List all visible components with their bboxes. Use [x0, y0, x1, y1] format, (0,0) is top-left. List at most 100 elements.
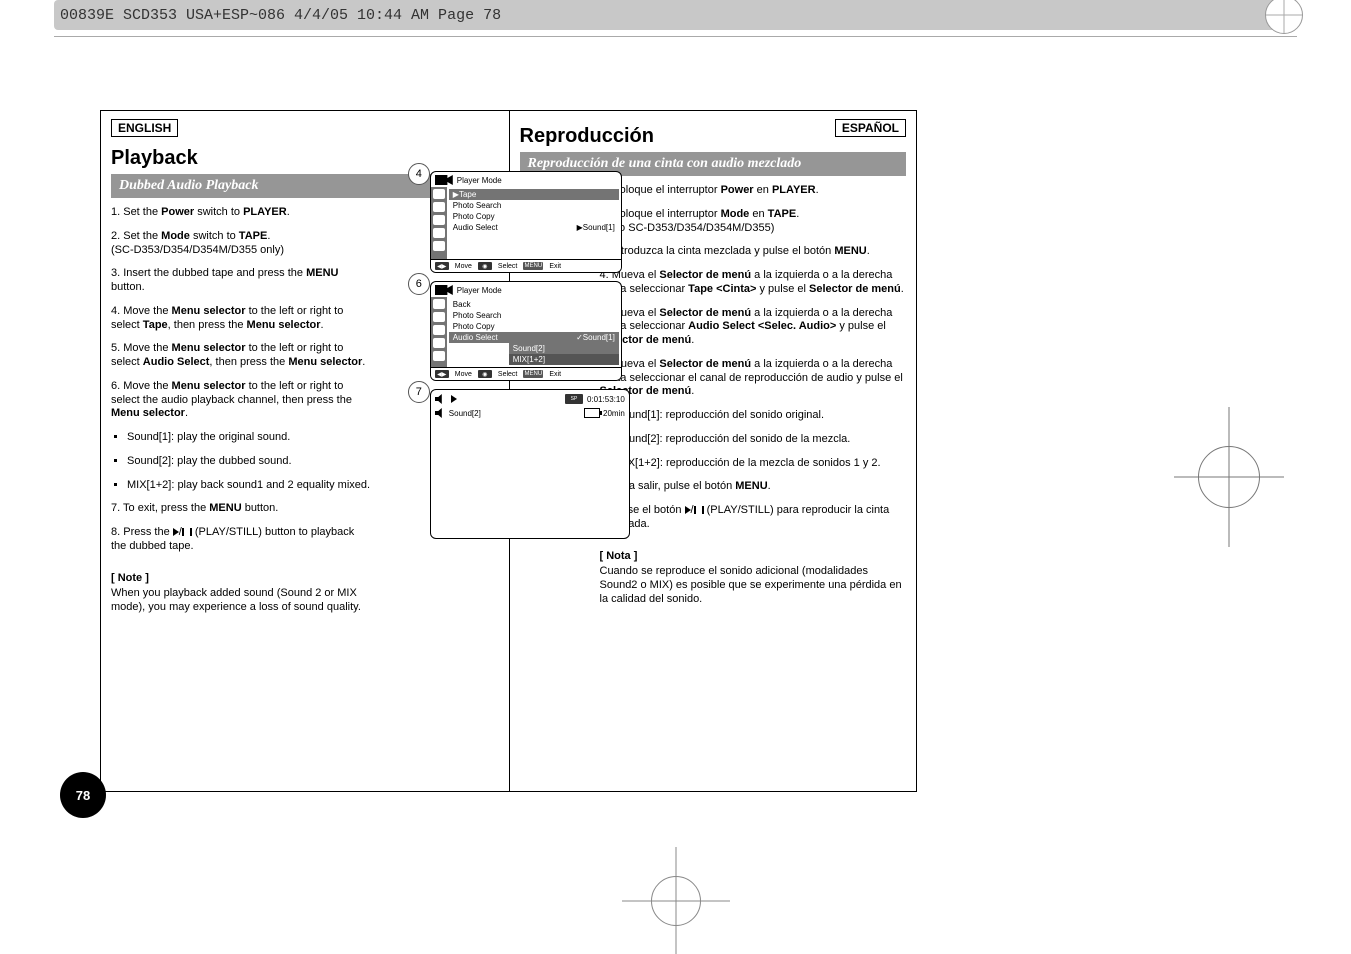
sidebar-icon: [433, 338, 445, 348]
menu-back: Back: [449, 299, 619, 310]
sidebar-icon: [433, 241, 445, 251]
shot6-sidebar: [431, 297, 447, 367]
screenshots-strip: 4 Player Mode: [430, 171, 620, 539]
rstep-4: 4. Mueva el Selector de menú a la izquie…: [600, 269, 907, 297]
step-6b: Sound[2]: play the dubbed sound.: [127, 455, 371, 469]
registration-crosshair-right: [1199, 447, 1259, 507]
step-8: 8. Press the / (PLAY/STILL) button to pl…: [111, 526, 371, 554]
content-frame: ENGLISH Playback Dubbed Audio Playback 1…: [100, 110, 917, 792]
language-tag-spanish: ESPAÑOL: [835, 119, 906, 137]
rstep-6a: Sound[1]: reproducción del sonido origin…: [616, 409, 907, 423]
menu-photo-copy: Photo Copy: [449, 211, 619, 222]
rstep-1: 1. Coloque el interruptor Power en PLAYE…: [600, 184, 907, 198]
language-tag-english: ENGLISH: [111, 119, 178, 137]
rstep-8: 8. Pulse el botón / (PLAY/STILL) para re…: [600, 504, 907, 532]
move-label6: Move: [455, 371, 472, 378]
step-6c: MIX[1+2]: play back sound1 and 2 equalit…: [127, 479, 371, 493]
body-left: 1. Set the Power switch to PLAYER. 2. Se…: [111, 206, 371, 615]
menu-photo-copy6: Photo Copy: [449, 321, 619, 332]
shot4-sidebar: [431, 187, 447, 259]
sidebar-icon: [433, 312, 445, 322]
file-header: 00839E SCD353 USA+ESP~086 4/4/05 10:44 A…: [54, 0, 1297, 30]
menu-photo-search: Photo Search: [449, 200, 619, 211]
pause-icon: [182, 528, 192, 536]
step-2: 2. Set the Mode switch to TAPE.(SC-D353/…: [111, 230, 371, 258]
shot4-mode: Player Mode: [457, 176, 502, 185]
select-icon: ◉: [478, 262, 492, 270]
speaker-icon: [435, 394, 445, 404]
step-badge-4: 4: [408, 163, 430, 185]
shot6-footer: ◀▶Move ◉Select MENUExit: [431, 367, 621, 380]
step-6: 6. Move the Menu selector to the left or…: [111, 380, 371, 421]
step-badge-7: 7: [408, 381, 430, 403]
rstep-5: 5. Mueva el Selector de menú a la izquie…: [600, 307, 907, 348]
step-3: 3. Insert the dubbed tape and press the …: [111, 267, 371, 295]
select-label6: Select: [498, 371, 517, 378]
audio-select-label6: Audio Select: [453, 333, 498, 342]
section-title-left: Playback: [111, 147, 499, 170]
step-6a: Sound[1]: play the original sound.: [127, 431, 371, 445]
rstep-6-list: Sound[1]: reproducción del sonido origin…: [600, 409, 907, 470]
play-status-icon: [451, 395, 457, 403]
sidebar-icon: [433, 215, 445, 225]
dropdown-mix: MIX[1+2]: [509, 354, 619, 365]
page-number: 78: [76, 788, 90, 803]
registration-crosshair-bottom: [651, 876, 701, 926]
file-header-text: 00839E SCD353 USA+ESP~086 4/4/05 10:44 A…: [60, 7, 501, 24]
audio-select-value: ▶Sound[1]: [577, 223, 615, 232]
step-2-sub: (SC-D353/D354/D354M/D355 only): [111, 244, 284, 256]
play-icon-r: [685, 506, 691, 514]
remain-time: 20min: [603, 409, 625, 418]
rstep-2: 2. Coloque el interruptor Mode en TAPE.(…: [600, 208, 907, 236]
sound1-check: ✓Sound[1]: [576, 333, 615, 342]
menu-tape: ▶Tape: [449, 189, 619, 200]
screenshot-6: 6 Player Mode: [430, 281, 620, 381]
screenshot-7: 7 SP 0:01:53:10: [430, 389, 620, 539]
dropdown-sound2: Sound[2]: [509, 343, 619, 354]
menu-audio-select: Audio Select ▶Sound[1]: [449, 222, 619, 233]
step-5: 5. Move the Menu selector to the left or…: [111, 342, 371, 370]
sidebar-icon: [433, 351, 445, 361]
move-label: Move: [455, 263, 472, 270]
menu-exit-icon: MENU: [523, 262, 543, 270]
step-badge-6: 6: [408, 273, 430, 295]
battery-icon: [584, 408, 600, 418]
rstep-6b: Sound[2]: reproducción del sonido de la …: [616, 433, 907, 447]
rstep-6c: MIX[1+2]: reproducción de la mezcla de s…: [616, 457, 907, 471]
shot6-mode: Player Mode: [457, 286, 502, 295]
page-root: 00839E SCD353 USA+ESP~086 4/4/05 10:44 A…: [0, 0, 1351, 954]
back-label: Back: [453, 300, 471, 309]
sidebar-icon: [433, 202, 445, 212]
exit-label6: Exit: [549, 371, 561, 378]
step-1: 1. Set the Power switch to PLAYER.: [111, 206, 371, 220]
step-6-list: Sound[1]: play the original sound. Sound…: [111, 431, 371, 492]
shot6-header: Player Mode: [431, 282, 621, 297]
sp-chip: SP: [565, 394, 583, 404]
select-label: Select: [498, 263, 517, 270]
audio-select-label: Audio Select: [453, 223, 498, 232]
play-screen: SP 0:01:53:10 Sound[2] 20min: [430, 389, 630, 539]
note-heading-right: [ Nota ]: [600, 550, 907, 564]
sidebar-icon: [433, 189, 445, 199]
menu-photo-search6: Photo Search: [449, 310, 619, 321]
sidebar-icon: [433, 228, 445, 238]
rstep-7: 7. Para salir, pulse el botón MENU.: [600, 480, 907, 494]
shot4-footer: ◀▶ Move ◉ Select MENU Exit: [431, 259, 621, 272]
camera-icon: [435, 175, 453, 185]
step-7: 7. To exit, press the MENU button.: [111, 502, 371, 516]
rstep-6: 6. Mueva el Selector de menú a la izquie…: [600, 358, 907, 399]
camera-icon: [435, 285, 453, 295]
speaker-icon-2: [435, 408, 445, 418]
shot4-header: Player Mode: [431, 172, 621, 187]
sidebar-icon: [433, 325, 445, 335]
select-icon: ◉: [478, 370, 492, 378]
menu-exit-icon: MENU: [523, 370, 543, 378]
rstep-3: 3. Introduzca la cinta mezclada y pulse …: [600, 245, 907, 259]
divider: [54, 36, 1297, 37]
timecode: 0:01:53:10: [587, 395, 625, 404]
exit-label: Exit: [549, 263, 561, 270]
sound-mode-label: Sound[2]: [449, 409, 481, 418]
rstep-2-sub: (Sólo SC-D353/D354/D354M/D355): [600, 222, 775, 234]
menu-audio-select6: Audio Select ✓Sound[1]: [449, 332, 619, 343]
move-icon: ◀▶: [435, 262, 449, 270]
